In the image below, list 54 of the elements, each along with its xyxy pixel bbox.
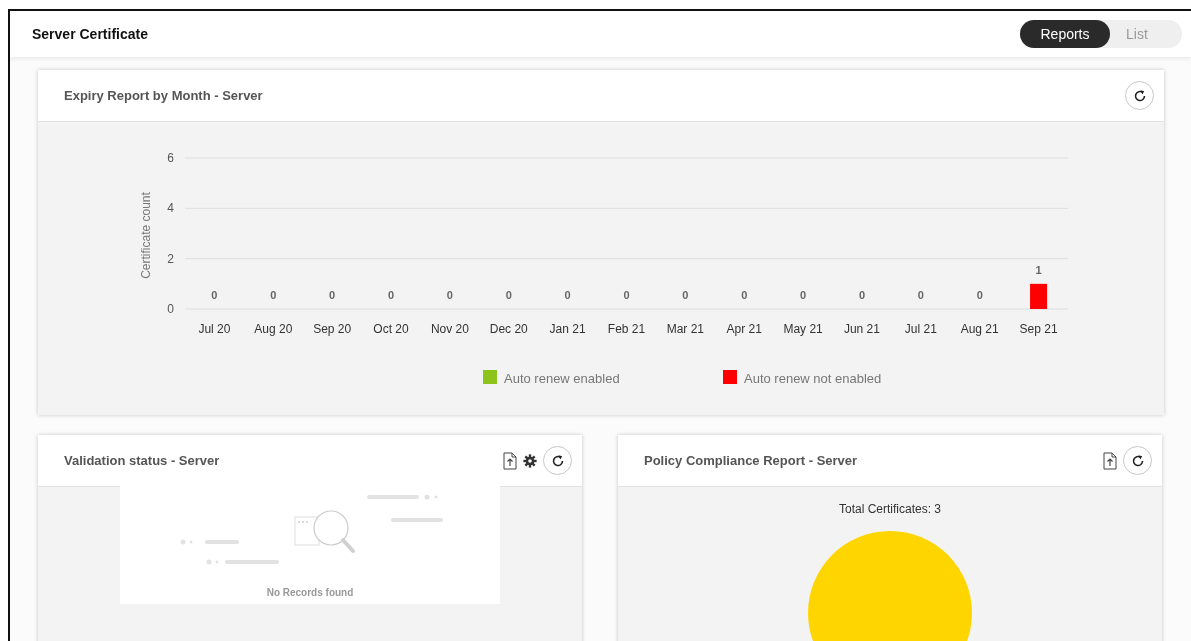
refresh-icon	[1132, 88, 1147, 103]
refresh-button[interactable]	[1125, 81, 1154, 110]
bar-value-label: 0	[976, 289, 983, 301]
bar-value-label: 0	[917, 289, 924, 301]
bar-value-label: 0	[682, 289, 689, 301]
y-tick-label: 0	[167, 302, 174, 316]
bar-value-label: 0	[623, 289, 630, 301]
refresh-icon	[1130, 453, 1145, 468]
x-tick-label: Jul 20	[198, 322, 231, 336]
export-file-icon[interactable]	[503, 451, 517, 470]
y-axis-title: Certificate count	[139, 192, 153, 279]
refresh-button[interactable]	[1123, 446, 1152, 475]
view-toggle-option[interactable]: Reports	[1020, 20, 1110, 48]
x-tick-label: Oct 20	[373, 322, 409, 336]
y-tick-label: 2	[167, 251, 174, 266]
export-file-icon[interactable]	[1103, 451, 1117, 470]
x-tick-label: May 21	[783, 322, 823, 336]
total-certificates-label: Total Certificates: 3	[838, 502, 941, 516]
x-tick-label: Feb 21	[607, 322, 646, 336]
bar-value-label: 1	[1035, 263, 1042, 276]
legend-label: Auto renew not enabled	[744, 371, 882, 386]
bar-value-label: 0	[270, 289, 277, 301]
card-title: Validation status - Server	[64, 453, 220, 468]
card-title: Expiry Report by Month - Server	[64, 88, 263, 103]
settings-icon[interactable]	[523, 453, 537, 468]
x-tick-label: Dec 20	[489, 322, 528, 336]
card-title: Policy Compliance Report - Server	[644, 453, 858, 468]
x-tick-label: Mar 21	[666, 322, 705, 336]
bar-value-label: 0	[329, 289, 336, 301]
page-title: Server Certificate	[32, 26, 148, 42]
bar-value-label: 0	[800, 289, 807, 301]
x-tick-label: Jul 21	[904, 322, 937, 336]
y-tick-label: 4	[167, 201, 174, 216]
refresh-icon	[550, 453, 565, 468]
x-tick-label: Jun 21	[843, 322, 880, 336]
refresh-button[interactable]	[543, 446, 572, 475]
x-tick-label: Nov 20	[430, 322, 469, 336]
empty-state-message: No Records found	[266, 587, 354, 598]
bar-value-label: 0	[211, 289, 218, 301]
bar-value-label: 0	[446, 289, 453, 301]
bar-value-label: 0	[858, 289, 866, 301]
bar-value-label: 0	[505, 289, 512, 301]
bar	[1030, 283, 1048, 309]
bar-value-label: 0	[387, 289, 395, 301]
x-tick-label: Sep 20	[313, 322, 352, 336]
x-tick-label: Aug 20	[254, 322, 293, 336]
x-tick-label: Jan 21	[549, 322, 586, 336]
y-tick-label: 6	[167, 151, 174, 165]
bar-value-label: 0	[564, 289, 571, 301]
x-tick-label: Aug 21	[960, 322, 999, 336]
x-tick-label: Sep 21	[1019, 322, 1058, 336]
legend-label: Auto renew enabled	[504, 371, 620, 386]
bar-value-label: 0	[741, 289, 748, 301]
x-tick-label: Apr 21	[726, 322, 762, 336]
